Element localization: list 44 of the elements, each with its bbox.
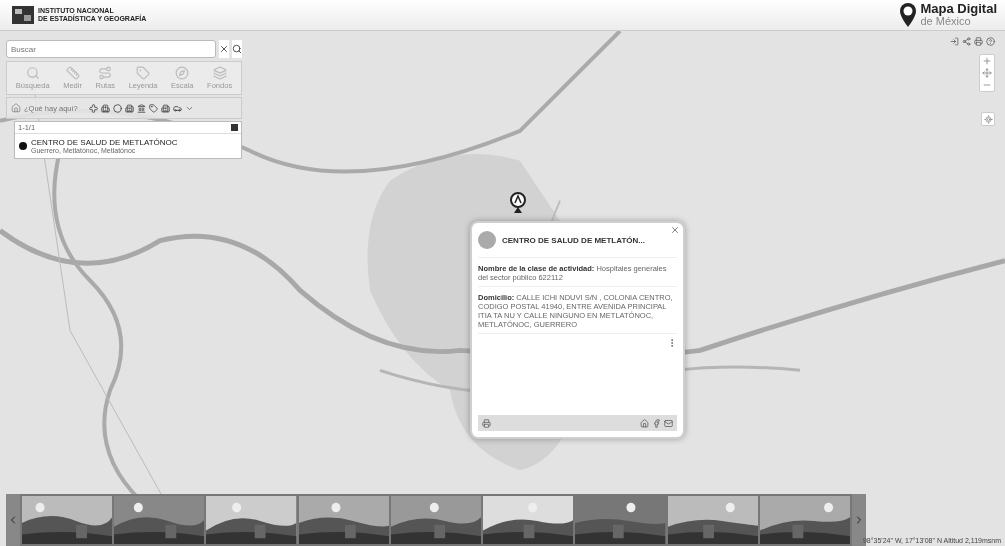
print-icon[interactable] bbox=[482, 418, 491, 428]
tool-icon bbox=[98, 66, 113, 80]
share-icon[interactable] bbox=[962, 37, 971, 46]
move-icon bbox=[982, 68, 992, 78]
avatar-icon bbox=[478, 231, 496, 249]
crosshair-icon bbox=[983, 114, 993, 124]
map-pin-icon bbox=[900, 3, 917, 27]
login-icon[interactable] bbox=[950, 37, 959, 46]
category-icon[interactable] bbox=[89, 103, 98, 113]
tool-icon bbox=[175, 66, 190, 80]
locate-button[interactable] bbox=[981, 112, 995, 126]
category-icon[interactable] bbox=[125, 103, 134, 113]
category-icon[interactable] bbox=[113, 103, 122, 113]
search-field[interactable]: Buscar bbox=[6, 40, 216, 58]
plus-icon bbox=[982, 56, 992, 66]
help-icon[interactable] bbox=[986, 37, 995, 46]
tool-icon bbox=[212, 66, 227, 80]
close-button[interactable] bbox=[670, 225, 680, 235]
category-icon[interactable] bbox=[173, 103, 182, 113]
map-marker-icon[interactable] bbox=[510, 192, 526, 214]
home-icon[interactable] bbox=[640, 418, 649, 428]
app-subtitle: de México bbox=[920, 15, 971, 27]
search-button[interactable] bbox=[232, 40, 242, 58]
close-icon bbox=[219, 44, 229, 54]
category-icon[interactable] bbox=[137, 103, 146, 113]
app-title: Mapa Digital bbox=[920, 3, 997, 15]
close-button[interactable] bbox=[219, 40, 229, 58]
pan-button[interactable] bbox=[980, 67, 994, 79]
tool-icon bbox=[65, 66, 80, 80]
search-icon bbox=[232, 44, 242, 54]
result-title[interactable]: CENTRO DE SALUD DE METLATÓNOC bbox=[31, 138, 178, 147]
mail-icon[interactable] bbox=[664, 418, 673, 428]
facebook-icon[interactable] bbox=[652, 418, 661, 428]
print-icon[interactable] bbox=[974, 37, 983, 46]
category-icon[interactable] bbox=[101, 103, 110, 113]
category-icon[interactable] bbox=[161, 103, 170, 113]
close-icon bbox=[670, 225, 680, 235]
tool-icon bbox=[25, 66, 40, 80]
result-dot-icon bbox=[19, 142, 27, 150]
tool-icon bbox=[136, 66, 151, 80]
logo-icon bbox=[12, 6, 34, 24]
popup-title: CENTRO DE SALUD DE METLATÓN... bbox=[502, 235, 645, 245]
home-icon[interactable] bbox=[11, 103, 21, 113]
category-icon[interactable] bbox=[149, 103, 158, 113]
